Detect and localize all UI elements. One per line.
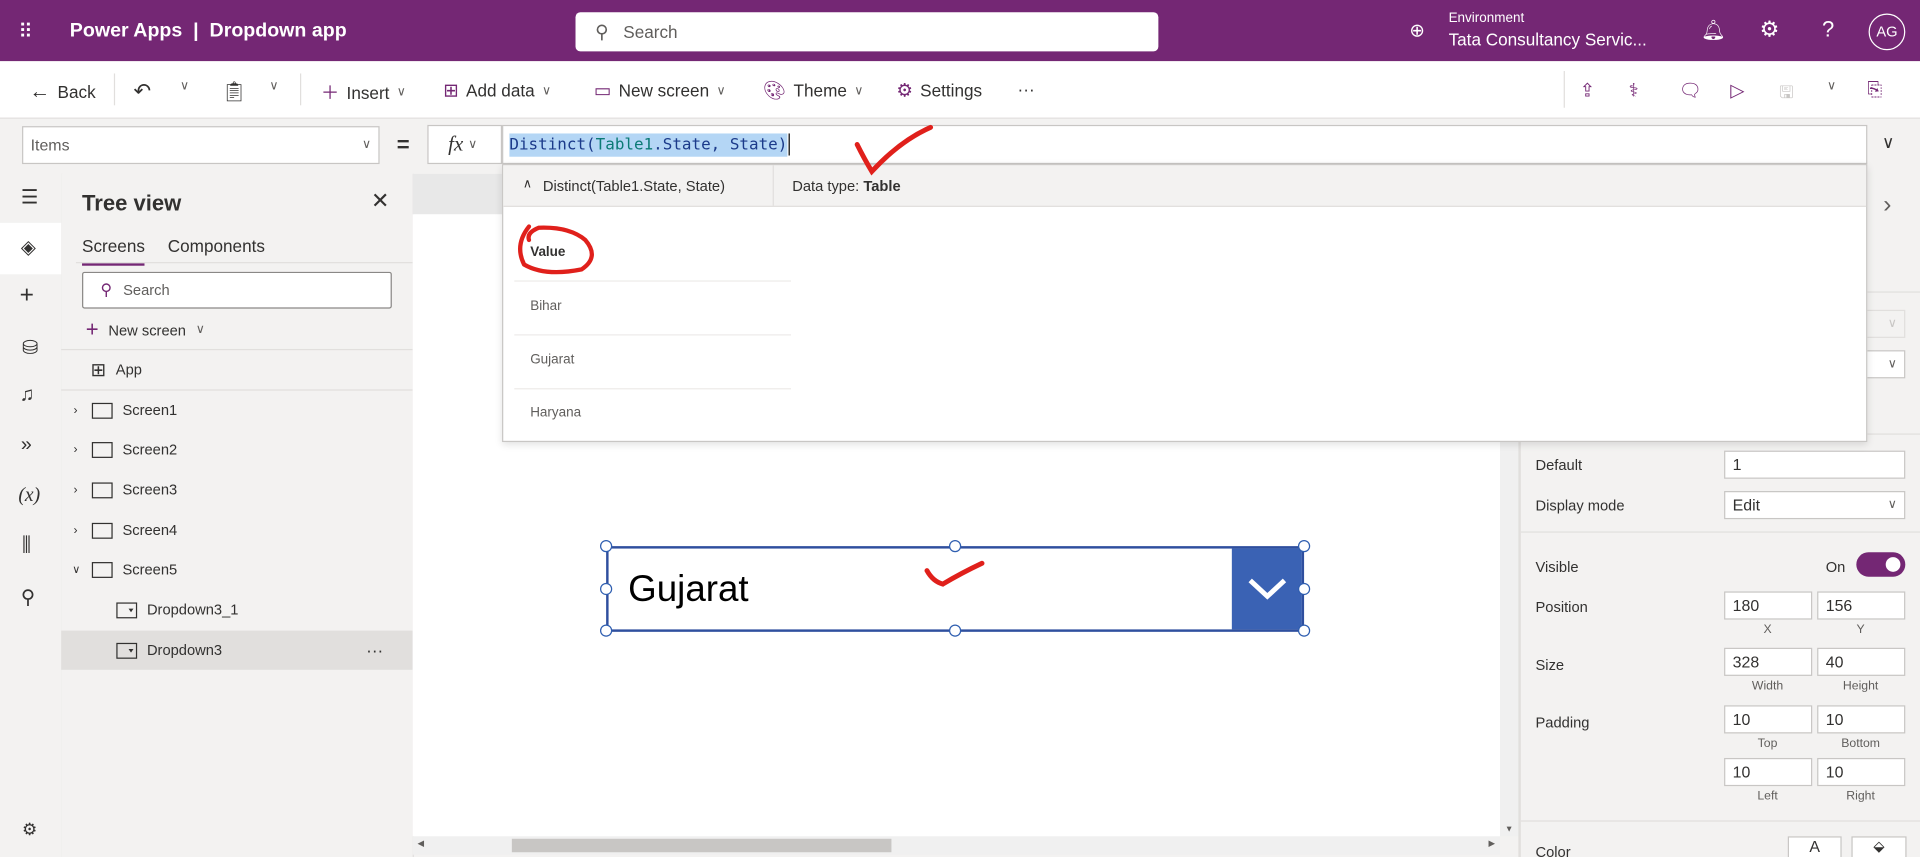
red-circle-annotation bbox=[518, 224, 594, 275]
hand-drawn-annotations bbox=[518, 124, 985, 587]
red-checkmark-annotation bbox=[924, 560, 985, 587]
red-checkmark-annotation bbox=[854, 124, 934, 176]
